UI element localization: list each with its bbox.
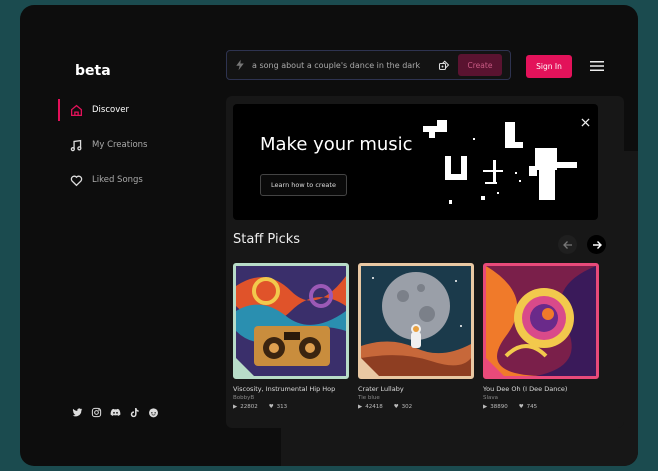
udio-logo[interactable]: udiobeta	[75, 60, 638, 466]
home-icon	[70, 104, 83, 116]
album-art[interactable]	[483, 263, 599, 379]
heart-icon: ♥	[268, 404, 274, 410]
instagram-icon[interactable]	[91, 407, 102, 418]
play-count: 42418	[365, 404, 383, 410]
sidebar-item-discover[interactable]: Discover	[58, 97, 218, 123]
song-card[interactable]: Crater Lullaby Tie blue ▶ 42418 ♥ 302	[358, 263, 474, 410]
twitter-icon[interactable]	[72, 407, 83, 418]
play-count: 38890	[490, 404, 508, 410]
song-stats: ▶ 22802 ♥ 313	[233, 404, 349, 410]
song-card[interactable]: You Dee Oh (I Dee Dance) Slava ▶ 38890 ♥…	[483, 263, 599, 410]
main-panel: Make your music Learn how to create Staf…	[226, 96, 624, 428]
learn-how-button[interactable]: Learn how to create	[260, 174, 347, 196]
tiktok-icon[interactable]	[129, 407, 140, 418]
create-button[interactable]: Create	[458, 54, 502, 76]
reddit-icon[interactable]	[148, 407, 159, 418]
pixel-art-graphic	[423, 120, 577, 204]
song-stats: ▶ 42418 ♥ 302	[358, 404, 474, 410]
arrow-left-icon	[562, 240, 572, 249]
play-count-icon: ▶	[483, 404, 488, 410]
like-count: 745	[526, 404, 538, 410]
arrow-right-icon	[592, 240, 602, 249]
prompt-bar: Create	[226, 50, 511, 80]
song-artist[interactable]: Tie blue	[358, 395, 474, 401]
sidebar-item-label: Discover	[92, 105, 129, 115]
heart-icon: ♥	[393, 404, 399, 410]
song-artist[interactable]: BobbyB	[233, 395, 349, 401]
heart-icon: ♥	[518, 404, 524, 410]
sidebar-item-liked-songs[interactable]: Liked Songs	[58, 167, 218, 193]
sidebar-nav: Discover My Creations Liked Songs	[58, 97, 218, 202]
sidebar-item-my-creations[interactable]: My Creations	[58, 132, 218, 158]
next-button[interactable]	[587, 235, 606, 254]
dice-icon[interactable]	[438, 59, 450, 71]
staff-picks-list: Viscosity, Instrumental Hip Hop BobbyB ▶…	[233, 263, 599, 410]
sign-in-button[interactable]: Sign In	[526, 55, 572, 78]
prompt-input[interactable]	[252, 60, 430, 70]
song-title[interactable]: You Dee Oh (I Dee Dance)	[483, 385, 599, 393]
song-stats: ▶ 38890 ♥ 745	[483, 404, 599, 410]
album-art[interactable]	[233, 263, 349, 379]
sidebar-item-label: My Creations	[92, 140, 148, 150]
staff-picks-title: Staff Picks	[233, 232, 301, 247]
app-window: udiobeta Discover My Creations Liked Son…	[20, 5, 638, 466]
previous-button[interactable]	[558, 235, 577, 254]
sidebar-item-label: Liked Songs	[92, 175, 143, 185]
song-title[interactable]: Viscosity, Instrumental Hip Hop	[233, 385, 349, 393]
play-count: 22802	[240, 404, 258, 410]
song-artist[interactable]: Slava	[483, 395, 599, 401]
banner-title: Make your music	[260, 134, 413, 155]
song-card[interactable]: Viscosity, Instrumental Hip Hop BobbyB ▶…	[233, 263, 349, 410]
hamburger-menu-icon[interactable]	[590, 60, 604, 72]
album-art[interactable]	[358, 263, 474, 379]
play-count-icon: ▶	[358, 404, 363, 410]
close-icon[interactable]	[581, 118, 590, 127]
music-note-icon	[70, 139, 82, 151]
bolt-icon	[236, 59, 244, 71]
social-links	[72, 407, 159, 418]
discord-icon[interactable]	[110, 407, 121, 418]
heart-icon	[70, 175, 83, 186]
song-title[interactable]: Crater Lullaby	[358, 385, 474, 393]
play-count-icon: ▶	[233, 404, 238, 410]
like-count: 302	[401, 404, 413, 410]
hero-banner: Make your music Learn how to create	[233, 104, 598, 220]
like-count: 313	[276, 404, 288, 410]
